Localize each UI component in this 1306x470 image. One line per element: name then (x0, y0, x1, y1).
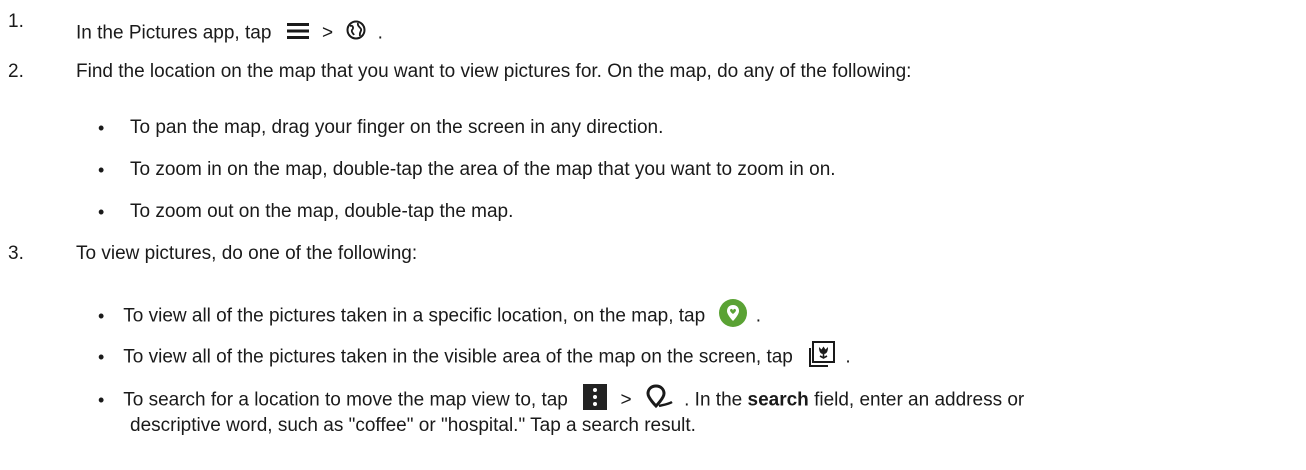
more-vert-icon (583, 384, 608, 417)
location-pin-icon (718, 298, 748, 335)
step-number: 1. (8, 11, 24, 32)
step-1-post: . (377, 22, 383, 44)
step-3-text: To view pictures, do one of the followin… (76, 243, 418, 264)
bullet-sep: > (620, 389, 632, 411)
bullet: • (98, 389, 105, 410)
bullet-text: To zoom out on the map, double-tap the m… (130, 201, 514, 222)
menu-icon (286, 22, 309, 46)
bullet: • (98, 160, 105, 180)
bullet: • (98, 202, 105, 222)
list-item: • To view all of the pictures taken in a… (98, 298, 761, 335)
bullet: • (98, 305, 105, 326)
bullet-text: To view all of the pictures taken in a s… (123, 305, 706, 327)
bullet-text: To search for a location to move the map… (123, 389, 568, 411)
step-1-text: In the Pictures app, tap > . (76, 20, 383, 47)
search-field-label: search (747, 389, 809, 411)
bullet: • (98, 346, 105, 367)
bullet-post: . (755, 305, 762, 327)
list-item-continuation: descriptive word, such as "coffee" or "h… (130, 414, 696, 438)
step-number: 3. (8, 243, 24, 264)
globe-icon (346, 20, 366, 47)
bullet-post: . (845, 346, 851, 368)
list-item: • To view all of the pictures taken in t… (98, 340, 851, 375)
step-2-text: Find the location on the map that you wa… (76, 61, 912, 82)
bullet-text: To zoom in on the map, double-tap the ar… (130, 159, 836, 180)
bullet-text: To pan the map, drag your finger on the … (130, 117, 664, 138)
search-location-icon (645, 384, 675, 417)
bullet-text: To view all of the pictures taken in the… (123, 346, 793, 368)
list-item: • To search for a location to move the m… (98, 384, 1024, 417)
bullet-mid: . In the (684, 389, 743, 411)
bullet-rest: field, enter an address or (814, 389, 1025, 411)
bullet: • (98, 118, 105, 138)
step-1-pre: In the Pictures app, tap (76, 22, 272, 44)
gallery-icon (808, 340, 836, 375)
step-1-sep: > (321, 22, 334, 44)
step-number: 2. (8, 61, 24, 82)
bullet-text-line2: descriptive word, such as "coffee" or "h… (130, 415, 696, 436)
